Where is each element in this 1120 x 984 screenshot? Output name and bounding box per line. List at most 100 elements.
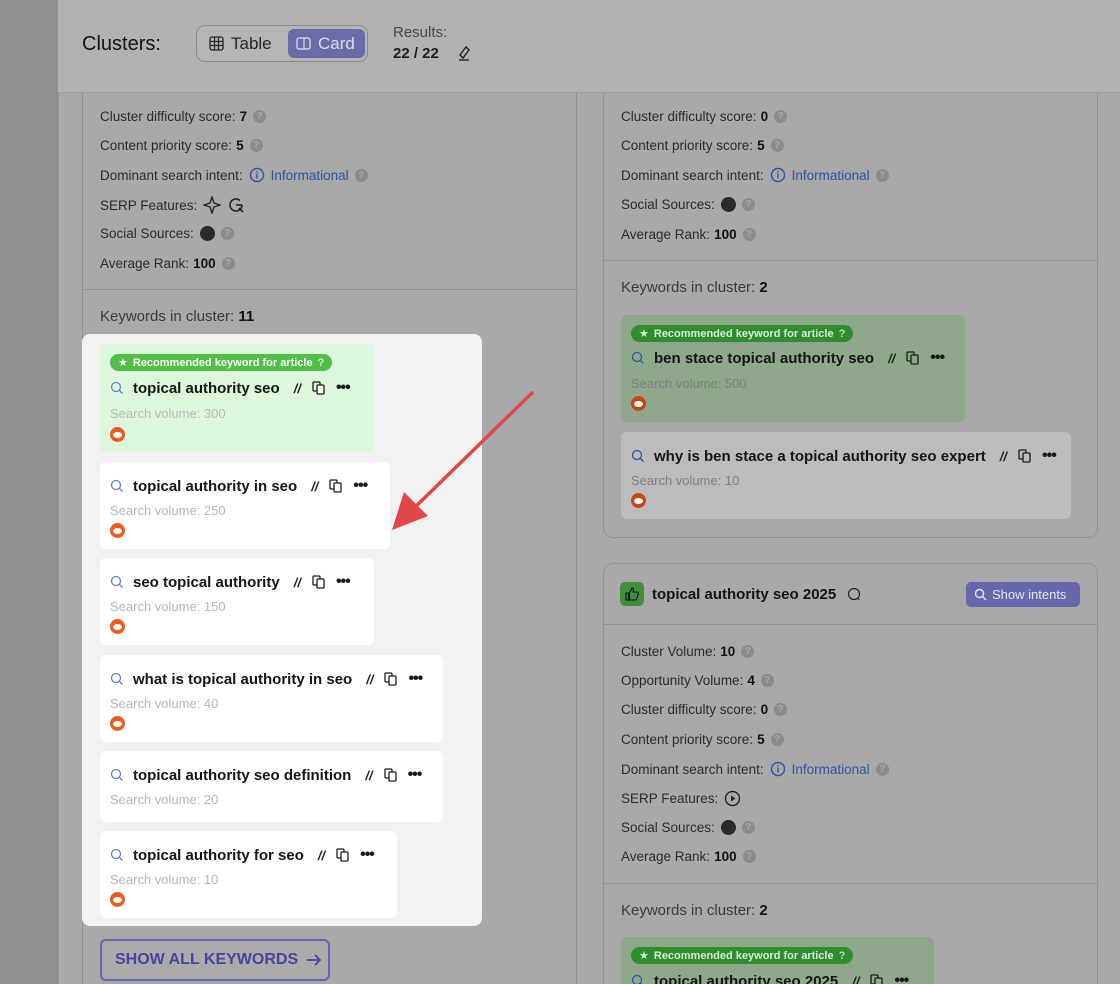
keyword-title[interactable]: topical authority for seo bbox=[133, 847, 304, 864]
search-intent-icon bbox=[110, 672, 123, 685]
help-icon[interactable]: ? bbox=[875, 762, 889, 776]
keyword-title[interactable]: topical authority in seo bbox=[133, 478, 297, 495]
divider bbox=[604, 260, 1098, 261]
help-icon[interactable]: ? bbox=[774, 110, 788, 123]
keyword-card[interactable]: topical authority in seo // ••• Search v… bbox=[100, 462, 390, 549]
table-view-button[interactable]: Table bbox=[201, 29, 287, 58]
more-options-icon[interactable]: ••• bbox=[336, 379, 351, 397]
serp-analysis-icon[interactable]: // bbox=[366, 672, 373, 687]
reddit-icon bbox=[110, 427, 125, 442]
serp-analysis-icon[interactable]: // bbox=[311, 479, 318, 494]
help-icon[interactable]: ? bbox=[741, 821, 755, 834]
difficulty-metric: Cluster difficulty score: 0? bbox=[621, 702, 788, 717]
copy-icon[interactable] bbox=[384, 672, 398, 686]
more-options-icon[interactable]: ••• bbox=[353, 477, 368, 495]
reddit-icon bbox=[199, 226, 215, 241]
serp-analysis-icon[interactable]: // bbox=[294, 381, 301, 396]
intent-link[interactable]: Informational bbox=[271, 168, 349, 183]
help-icon[interactable]: ? bbox=[253, 110, 267, 123]
help-icon[interactable]: ? bbox=[354, 168, 368, 182]
more-options-icon[interactable]: ••• bbox=[408, 766, 423, 784]
help-icon[interactable]: ? bbox=[774, 703, 788, 716]
keyword-title[interactable]: seo topical authority bbox=[133, 574, 280, 591]
keyword-title[interactable]: topical authority seo 2025 bbox=[654, 973, 838, 984]
keyword-card[interactable]: why is ben stace a topical authority seo… bbox=[621, 432, 1071, 519]
social-metric: Social Sources: ? bbox=[621, 820, 755, 835]
help-icon[interactable]: ? bbox=[220, 227, 234, 240]
copy-icon[interactable] bbox=[312, 575, 325, 589]
difficulty-metric: Cluster difficulty score: 7? bbox=[100, 109, 267, 124]
more-options-icon[interactable]: ••• bbox=[930, 349, 945, 367]
copy-icon[interactable] bbox=[383, 768, 397, 782]
copy-icon[interactable] bbox=[336, 848, 349, 862]
help-icon[interactable]: ? bbox=[770, 139, 784, 152]
keyword-card[interactable]: ★ Recommended keyword for article? topica… bbox=[621, 937, 934, 984]
help-icon[interactable]: ? bbox=[221, 257, 235, 270]
serp-analysis-icon[interactable]: // bbox=[888, 351, 895, 366]
copy-icon[interactable] bbox=[906, 351, 919, 365]
help-icon: ? bbox=[838, 327, 846, 340]
comment-icon[interactable] bbox=[846, 586, 862, 602]
more-options-icon[interactable]: ••• bbox=[894, 972, 909, 984]
more-options-icon[interactable]: ••• bbox=[1042, 447, 1057, 465]
keyword-title[interactable]: topical authority seo definition bbox=[133, 767, 351, 784]
more-options-icon[interactable]: ••• bbox=[360, 846, 375, 864]
intent-metric: Dominant search intent: Informational? bbox=[621, 761, 889, 777]
priority-metric: Content priority score: 5? bbox=[100, 138, 263, 153]
keyword-title[interactable]: what is topical authority in seo bbox=[133, 671, 352, 688]
keyword-card[interactable]: what is topical authority in seo // ••• … bbox=[100, 655, 443, 742]
card-view-button[interactable]: Card bbox=[288, 29, 365, 58]
clusters-header: Clusters: Table Card Results: 22 / 22 bbox=[58, 0, 1120, 93]
cluster-header: topical authority seo 2025 bbox=[620, 582, 862, 606]
more-options-icon[interactable]: ••• bbox=[408, 670, 423, 688]
rank-metric: Average Rank: 100? bbox=[621, 227, 756, 242]
intent-link[interactable]: Informational bbox=[792, 168, 870, 183]
serp-analysis-icon[interactable]: // bbox=[852, 974, 859, 984]
priority-metric: Content priority score: 5? bbox=[621, 138, 784, 153]
social-metric: Social Sources: ? bbox=[100, 226, 234, 241]
help-icon[interactable]: ? bbox=[742, 228, 756, 241]
keyword-card[interactable]: topical authority seo definition // ••• … bbox=[100, 751, 443, 822]
thumbs-up-icon[interactable] bbox=[620, 582, 644, 606]
search-volume: Search volume: 40 bbox=[110, 696, 219, 711]
copy-icon[interactable] bbox=[870, 974, 884, 984]
help-icon[interactable]: ? bbox=[875, 168, 889, 182]
keyword-card[interactable]: ★ Recommended keyword for article? ben st… bbox=[621, 315, 965, 422]
copy-icon[interactable] bbox=[312, 381, 325, 395]
info-search-icon bbox=[770, 167, 785, 183]
show-intents-button[interactable]: Show intents bbox=[966, 582, 1080, 607]
search-intent-icon bbox=[631, 974, 643, 984]
difficulty-metric: Cluster difficulty score: 0? bbox=[621, 109, 788, 124]
help-icon[interactable]: ? bbox=[770, 733, 784, 746]
keyword-title[interactable]: why is ben stace a topical authority seo… bbox=[654, 448, 986, 465]
more-options-icon[interactable]: ••• bbox=[336, 573, 351, 591]
keyword-row: seo topical authority // ••• bbox=[110, 573, 351, 591]
help-icon[interactable]: ? bbox=[760, 674, 774, 687]
help-icon[interactable]: ? bbox=[742, 850, 756, 863]
ai-overview-icon bbox=[203, 196, 222, 214]
show-all-keywords-button[interactable]: SHOW ALL KEYWORDS bbox=[100, 939, 330, 981]
keyword-title[interactable]: ben stace topical authority seo bbox=[654, 350, 874, 367]
copy-icon[interactable] bbox=[329, 479, 343, 493]
eraser-icon[interactable] bbox=[457, 45, 471, 61]
keyword-card[interactable]: seo topical authority // ••• Search volu… bbox=[100, 558, 374, 645]
keyword-card[interactable]: ★ Recommended keyword for article? topica… bbox=[100, 344, 374, 452]
help-icon[interactable]: ? bbox=[249, 139, 263, 152]
star-icon: ★ bbox=[639, 328, 649, 340]
search-volume: Search volume: 150 bbox=[110, 599, 226, 614]
help-icon[interactable]: ? bbox=[741, 198, 755, 211]
copy-icon[interactable] bbox=[1018, 449, 1031, 463]
serp-analysis-icon[interactable]: // bbox=[365, 768, 372, 783]
intent-link[interactable]: Informational bbox=[792, 762, 870, 777]
keyword-row: what is topical authority in seo // ••• bbox=[110, 670, 423, 688]
keyword-row: ben stace topical authority seo // ••• bbox=[631, 349, 945, 367]
serp-analysis-icon[interactable]: // bbox=[294, 575, 301, 590]
help-icon[interactable]: ? bbox=[741, 645, 755, 658]
keyword-card[interactable]: topical authority for seo // ••• Search … bbox=[100, 831, 397, 918]
search-volume: Search volume: 250 bbox=[110, 503, 226, 518]
cluster-title[interactable]: topical authority seo 2025 bbox=[652, 586, 836, 603]
keyword-title[interactable]: topical authority seo bbox=[133, 380, 280, 397]
serp-analysis-icon[interactable]: // bbox=[1000, 449, 1007, 464]
opportunity-metric: Opportunity Volume: 4? bbox=[621, 673, 774, 688]
serp-analysis-icon[interactable]: // bbox=[318, 848, 325, 863]
